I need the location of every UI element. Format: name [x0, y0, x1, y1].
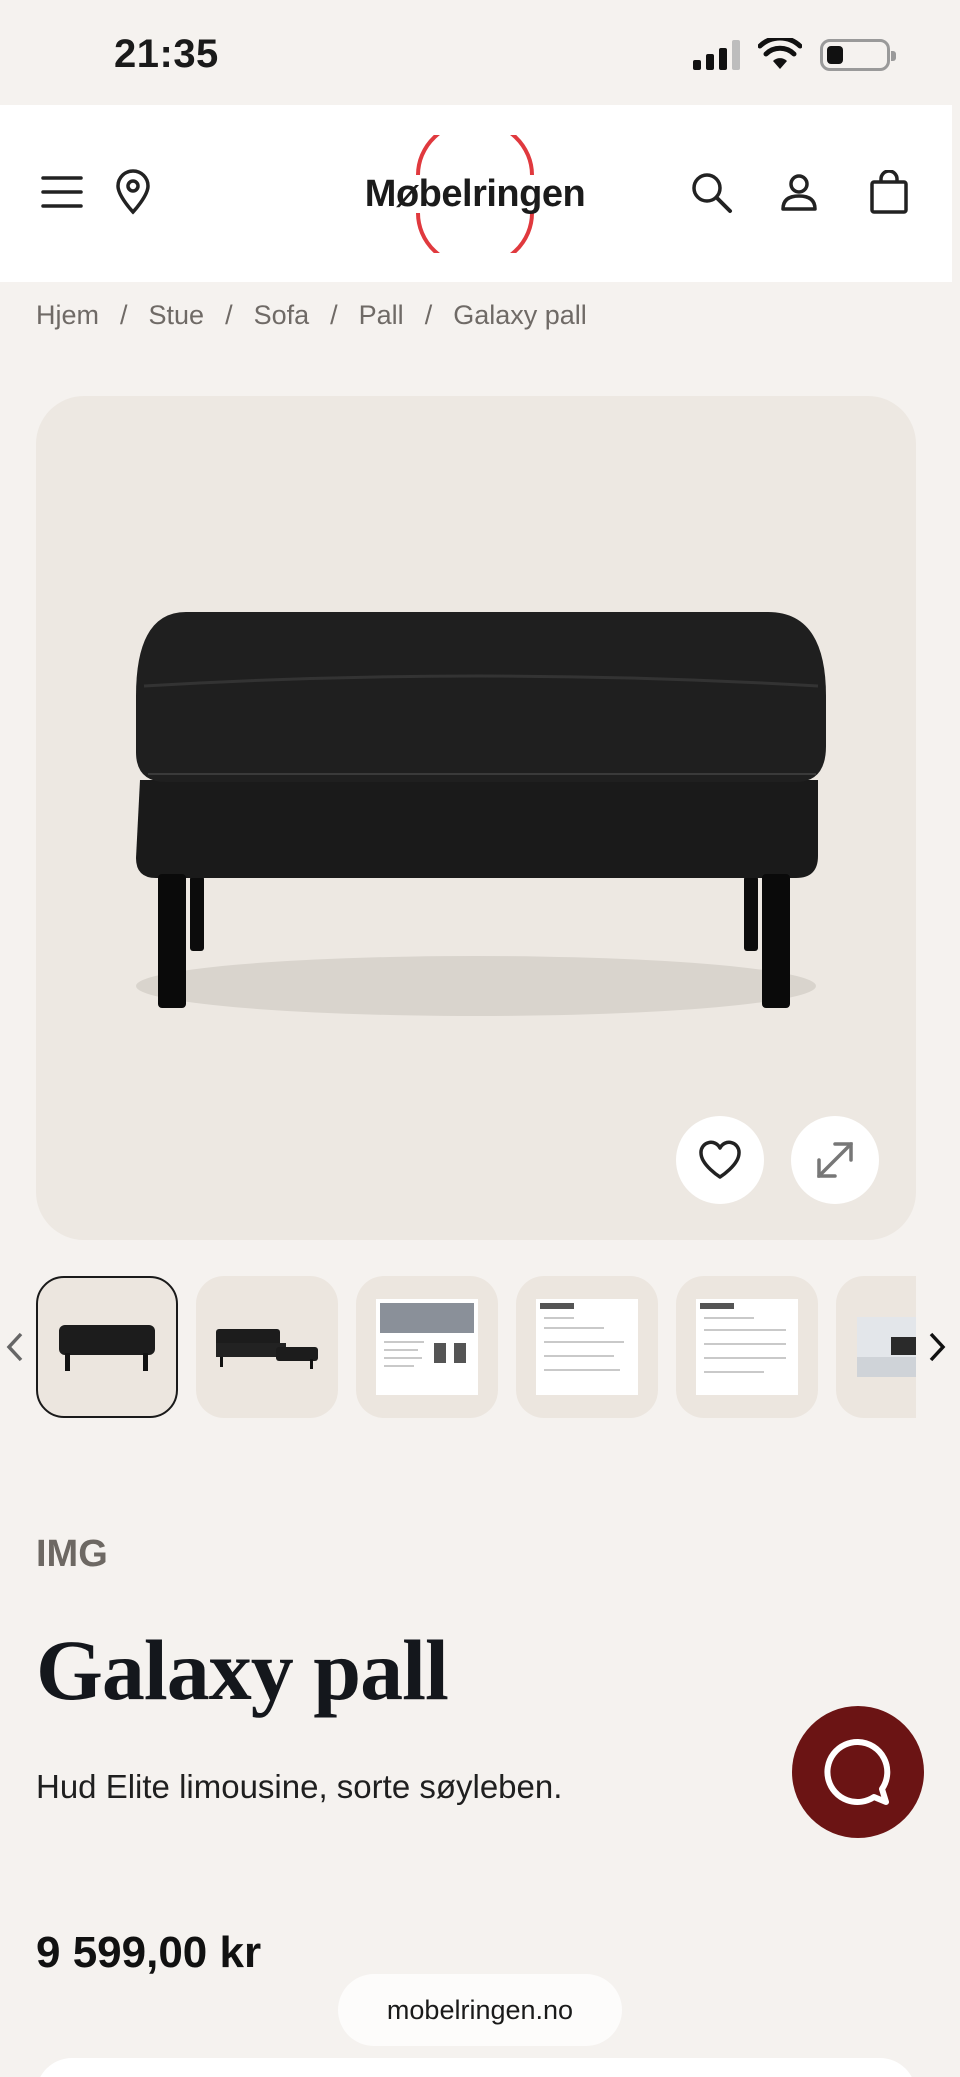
chat-bubble-icon: [824, 1738, 891, 1805]
breadcrumb-item-stue[interactable]: Stue: [149, 300, 205, 331]
map-pin-icon[interactable]: [104, 163, 162, 221]
thumbnail-3[interactable]: [356, 1276, 498, 1418]
status-bar: 21:35: [0, 0, 960, 105]
status-time: 21:35: [114, 32, 219, 76]
thumbnail-strip: [36, 1276, 916, 1418]
chevron-left-icon: [6, 1332, 23, 1362]
product-brand[interactable]: IMG: [36, 1533, 108, 1576]
user-icon[interactable]: [770, 163, 828, 221]
browser-url-bar[interactable]: mobelringen.no: [338, 1974, 622, 2046]
thumbnail-4[interactable]: [516, 1276, 658, 1418]
thumbnail-1[interactable]: [36, 1276, 178, 1418]
thumbnails-next-button[interactable]: [922, 1325, 952, 1369]
breadcrumb: Hjem / Stue / Sofa / Pall / Galaxy pall: [36, 300, 587, 331]
logo-text: Møbelringen: [364, 172, 586, 215]
heart-icon: [699, 1140, 741, 1179]
site-header: Møbelringen: [0, 105, 952, 282]
product-title: Galaxy pall: [36, 1622, 449, 1718]
battery-icon: [820, 39, 896, 71]
thumbnail-2[interactable]: [196, 1276, 338, 1418]
product-main-image[interactable]: [36, 396, 916, 1240]
site-logo[interactable]: Møbelringen: [330, 135, 620, 253]
thumbnail-6[interactable]: [836, 1276, 916, 1418]
chevron-right-icon: [929, 1332, 946, 1362]
breadcrumb-item-hjem[interactable]: Hjem: [36, 300, 99, 331]
product-description: Hud Elite limousine, sorte søyleben.: [36, 1768, 563, 1805]
chat-button[interactable]: [792, 1706, 924, 1838]
menu-icon[interactable]: [33, 163, 91, 221]
expand-button[interactable]: [791, 1116, 879, 1204]
thumbnails-prev-button[interactable]: [0, 1325, 30, 1369]
breadcrumb-item-current: Galaxy pall: [453, 300, 587, 330]
thumbnail-5[interactable]: [676, 1276, 818, 1418]
cellular-signal-icon: [693, 40, 740, 70]
wifi-icon: [758, 38, 802, 69]
shopping-bag-icon[interactable]: [860, 163, 918, 221]
product-price: 9 599,00 kr: [36, 1928, 262, 1977]
breadcrumb-item-pall[interactable]: Pall: [359, 300, 404, 331]
favorite-button[interactable]: [676, 1116, 764, 1204]
status-icons: [693, 38, 896, 72]
breadcrumb-item-sofa[interactable]: Sofa: [254, 300, 310, 331]
bottom-card: [36, 2058, 916, 2077]
search-icon[interactable]: [682, 163, 740, 221]
ottoman-illustration: [136, 612, 826, 1016]
expand-icon: [817, 1142, 853, 1178]
